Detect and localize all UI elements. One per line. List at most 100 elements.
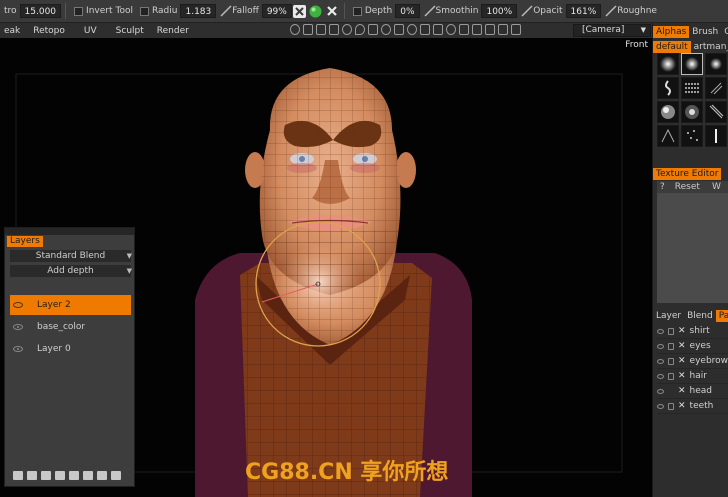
- alpha-thumb[interactable]: [681, 53, 703, 75]
- alpha-thumb[interactable]: [657, 77, 679, 99]
- panel-title-bar[interactable]: [5, 228, 134, 235]
- close-icon[interactable]: ✕: [678, 386, 686, 396]
- view-mode-icon[interactable]: [290, 24, 300, 35]
- radius-field[interactable]: Radiu 1.183: [139, 3, 217, 19]
- lock-icon[interactable]: [668, 327, 674, 335]
- eye-icon[interactable]: [657, 343, 664, 349]
- green-sphere-icon[interactable]: [308, 3, 324, 19]
- close-icon[interactable]: ✕: [678, 371, 686, 381]
- bucket-icon[interactable]: [368, 24, 378, 35]
- object-row[interactable]: ✕ head: [657, 384, 728, 399]
- depth-mode-dropdown[interactable]: Add depth ▼: [10, 265, 132, 277]
- lock-icon[interactable]: [668, 372, 674, 380]
- depth-field[interactable]: Depth 0%: [352, 3, 420, 19]
- merge-layer-icon[interactable]: [55, 471, 65, 480]
- eye-icon[interactable]: [13, 324, 23, 330]
- lock-icon[interactable]: [668, 342, 674, 350]
- new-layer-icon[interactable]: [13, 471, 23, 480]
- move-up-icon[interactable]: [69, 471, 79, 480]
- layer-row[interactable]: Layer 2: [10, 295, 131, 315]
- pan-icon[interactable]: [433, 24, 443, 35]
- wireframe-icon[interactable]: [420, 24, 430, 35]
- camera-dropdown[interactable]: [Camera] ▼: [573, 24, 651, 37]
- layer-options-icon[interactable]: [111, 471, 121, 480]
- texture-preview[interactable]: [657, 193, 728, 303]
- tab-blend[interactable]: Blend: [684, 310, 716, 322]
- menu-item-retopo[interactable]: Retopo: [33, 26, 65, 36]
- layer-row[interactable]: Layer 0: [10, 339, 131, 359]
- move-down-icon[interactable]: [83, 471, 93, 480]
- eye-icon[interactable]: [657, 328, 664, 334]
- tab-texture-editor[interactable]: Texture Editor: [653, 167, 722, 180]
- alpha-thumb[interactable]: [657, 53, 679, 75]
- object-row[interactable]: ✕ hair: [657, 369, 728, 384]
- alpha-thumb[interactable]: [705, 77, 727, 99]
- alpha-set-default[interactable]: default: [653, 40, 691, 53]
- alpha-set-artman[interactable]: artman_: [691, 41, 728, 53]
- alpha-thumb[interactable]: [681, 77, 703, 99]
- close-icon[interactable]: ✕: [678, 401, 686, 411]
- lock-icon[interactable]: [668, 357, 674, 365]
- tab-alphas[interactable]: Alphas: [653, 25, 690, 38]
- lock-icon[interactable]: [668, 402, 674, 410]
- x-icon[interactable]: [324, 3, 340, 19]
- opacity-value[interactable]: 161%: [565, 4, 602, 18]
- split-icon[interactable]: [329, 24, 339, 35]
- alpha-thumb[interactable]: [705, 53, 727, 75]
- stroke-value[interactable]: 15.000: [19, 4, 62, 18]
- delete-layer-icon[interactable]: [27, 471, 37, 480]
- move-icon[interactable]: [394, 24, 404, 35]
- layer-row[interactable]: base_color: [10, 317, 131, 337]
- close-icon[interactable]: ✕: [678, 356, 686, 366]
- drop-icon[interactable]: [355, 24, 365, 35]
- roughness-field[interactable]: Roughne: [605, 3, 660, 19]
- cancel-icon[interactable]: [446, 24, 456, 35]
- tab-layers[interactable]: Layers: [7, 236, 43, 247]
- tab-paint[interactable]: Pain: [715, 309, 728, 322]
- object-row[interactable]: ✕ eyes: [657, 339, 728, 354]
- close-icon[interactable]: ✕: [678, 326, 686, 336]
- menu-item-render[interactable]: Render: [157, 26, 189, 36]
- falloff-value[interactable]: 99%: [261, 4, 292, 18]
- alpha-thumb[interactable]: [657, 101, 679, 123]
- tab-c[interactable]: C: [721, 26, 728, 38]
- eye-icon[interactable]: [13, 302, 23, 308]
- eye-icon[interactable]: [657, 373, 664, 379]
- eye-icon[interactable]: [657, 403, 664, 409]
- stroke-field[interactable]: tro 15.000: [4, 3, 62, 19]
- close-icon[interactable]: ✕: [678, 341, 686, 351]
- group-layer-icon[interactable]: [97, 471, 107, 480]
- smoothing-field[interactable]: Smoothin 100%: [424, 3, 518, 19]
- eye-icon[interactable]: [657, 388, 664, 394]
- frame-icon[interactable]: [511, 24, 521, 35]
- picture-icon[interactable]: [303, 24, 313, 35]
- alpha-thumb[interactable]: [681, 125, 703, 147]
- blend-mode-dropdown[interactable]: Standard Blend ▼: [10, 250, 132, 262]
- menu-item-freak[interactable]: eak: [4, 26, 20, 36]
- radius-value[interactable]: 1.183: [180, 4, 217, 18]
- duplicate-layer-icon[interactable]: [41, 471, 51, 480]
- falloff-field[interactable]: Falloff 99%: [220, 3, 292, 19]
- eye-icon[interactable]: [13, 346, 23, 352]
- tab-layer[interactable]: Layer: [653, 310, 684, 322]
- object-row[interactable]: ✕ eyebrow: [657, 354, 728, 369]
- reset-button[interactable]: Reset: [675, 182, 700, 192]
- w-button[interactable]: W: [712, 182, 721, 192]
- alpha-thumb[interactable]: [681, 101, 703, 123]
- depth-checkbox[interactable]: [352, 6, 362, 16]
- invert-checkbox[interactable]: [74, 6, 84, 16]
- brush-icon[interactable]: [342, 24, 352, 35]
- alpha-thumb[interactable]: [705, 101, 727, 123]
- rotate-icon[interactable]: [381, 24, 391, 35]
- radius-lock-icon[interactable]: [139, 6, 149, 16]
- invert-tool-toggle[interactable]: Invert Tool: [74, 3, 136, 19]
- eye-icon[interactable]: [657, 358, 664, 364]
- object-row[interactable]: ✕ teeth: [657, 399, 728, 414]
- zoom-icon[interactable]: [407, 24, 417, 35]
- help-button[interactable]: ?: [660, 182, 665, 192]
- alpha-thumb[interactable]: [705, 125, 727, 147]
- smoothing-value[interactable]: 100%: [481, 4, 518, 18]
- layout-icon[interactable]: [498, 24, 508, 35]
- menu-item-uv[interactable]: UV: [84, 26, 97, 36]
- tab-brush[interactable]: Brush: [689, 26, 721, 38]
